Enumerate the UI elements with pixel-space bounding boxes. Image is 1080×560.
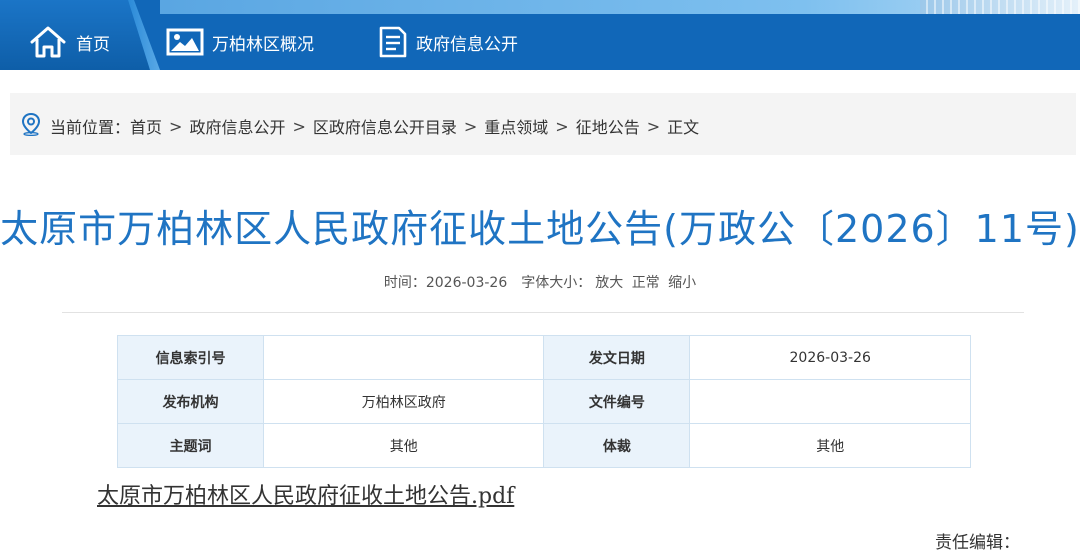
breadcrumb-land-notice[interactable]: 征地公告 [576,114,640,138]
breadcrumb-prefix: 当前位置： [50,118,131,137]
index-no-value [263,335,545,380]
font-normal-button[interactable]: 正常 [632,275,660,291]
page-title: 太原市万柏林区人民政府征收土地公告(万政公〔2026〕11号) [0,207,1080,251]
nav-item-label: 首页 [76,34,110,55]
breadcrumb-gov-info[interactable]: 政府信息公开 [189,114,285,138]
article-meta: 时间：2026-03-26 字体大小： 放大 正常 缩小 [0,272,1080,292]
table-row: 主题词 其他 体裁 其他 [116,423,971,468]
breadcrumb-separator: > [646,116,661,136]
publisher-value: 万柏林区政府 [263,379,545,424]
top-nav: 首页 万柏林区概况 政府信息公开 [0,0,1080,70]
location-pin-icon [20,112,42,140]
home-icon [28,25,68,59]
picture-icon [166,28,204,56]
keyword-label: 主题词 [116,423,265,468]
nav-item-gov-info[interactable]: 政府信息公开 [378,14,518,70]
issue-date-value: 2026-03-26 [689,335,971,380]
time-value: 2026-03-26 [425,275,508,291]
breadcrumb-separator: > [463,116,478,136]
breadcrumb-current: 正文 [667,118,700,137]
nav-item-label: 万柏林区概况 [212,34,314,55]
document-info-table: 信息索引号 发文日期 2026-03-26 发布机构 万柏林区政府 文件编号 主… [116,335,971,468]
genre-label: 体裁 [543,423,691,468]
editor-label: 责任编辑： [935,533,1020,553]
attachment-link[interactable]: 太原市万柏林区人民政府征收土地公告.pdf [97,478,514,510]
keyword-value: 其他 [263,423,545,468]
font-shrink-button[interactable]: 缩小 [668,275,696,291]
fontsize-label: 字体大小： [521,275,592,291]
doc-no-label: 文件编号 [543,379,691,424]
breadcrumb-key-areas[interactable]: 重点领域 [484,114,548,138]
breadcrumb-separator: > [555,116,569,136]
nav-item-label: 政府信息公开 [416,34,518,55]
nav-item-overview[interactable]: 万柏林区概况 [166,14,314,70]
table-row: 信息索引号 发文日期 2026-03-26 [116,335,971,380]
nav-item-home[interactable]: 首页 [28,14,110,70]
time-label: 时间： [383,275,426,291]
breadcrumb: 当前位置： 首页 > 政府信息公开 > 区政府信息公开目录 > 重点领域 > 征… [20,112,699,140]
document-icon [378,25,408,59]
nav-banner-image [920,0,1080,14]
issue-date-label: 发文日期 [543,335,691,380]
table-row: 发布机构 万柏林区政府 文件编号 [116,379,971,424]
breadcrumb-catalog[interactable]: 区政府信息公开目录 [313,114,457,138]
breadcrumb-separator: > [292,116,306,136]
divider [62,312,1024,313]
breadcrumb-home[interactable]: 首页 [130,114,162,138]
genre-value: 其他 [689,423,971,468]
font-enlarge-button[interactable]: 放大 [595,275,623,291]
breadcrumb-separator: > [169,116,183,136]
index-no-label: 信息索引号 [116,335,265,380]
doc-no-value [689,379,971,424]
publisher-label: 发布机构 [116,379,265,424]
